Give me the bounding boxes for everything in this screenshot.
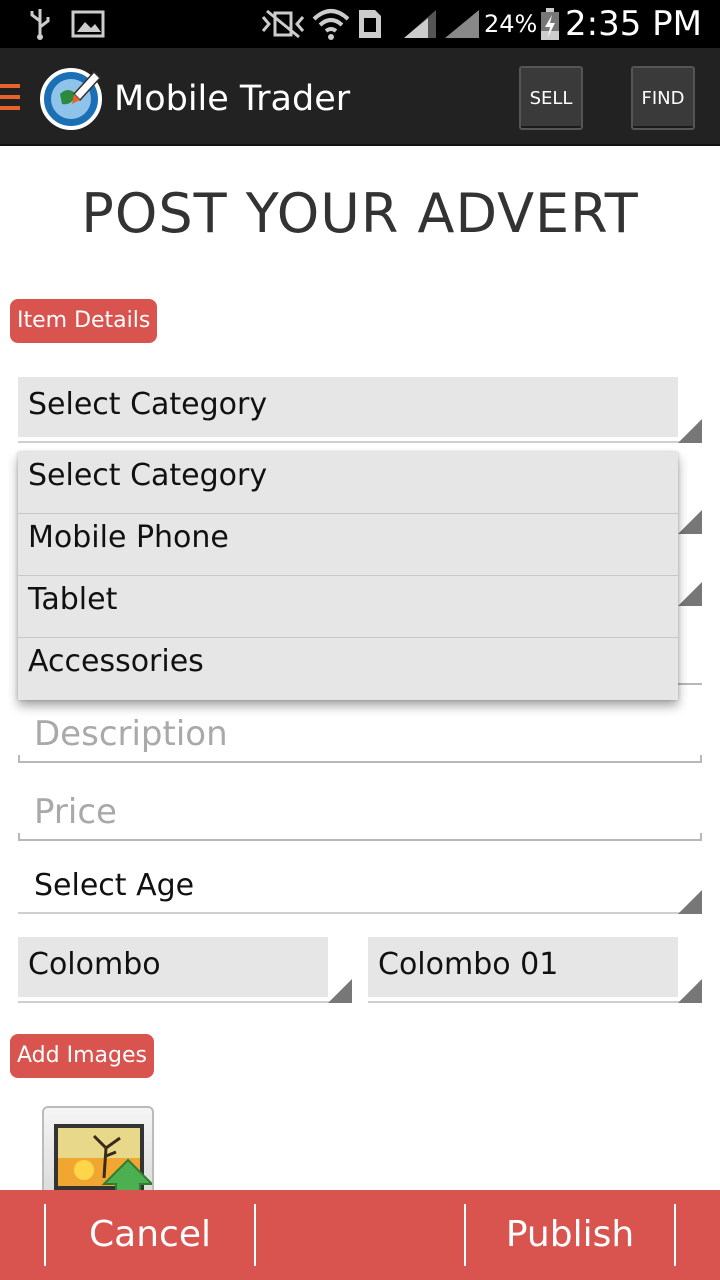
signal-strength-secondary-icon [442,6,482,42]
city-spinner-arrow-icon [678,979,702,1003]
find-button[interactable]: FIND [631,66,695,130]
description-placeholder: Description [34,714,228,754]
category-option[interactable]: Mobile Phone [18,514,678,576]
category-spinner-underline [18,441,702,443]
app-logo-icon [38,64,104,130]
city-spinner-value: Colombo 01 [378,947,559,982]
district-spinner[interactable]: Colombo [18,937,328,997]
usb-icon [24,6,56,42]
category-spinner[interactable]: Select Category [18,377,678,437]
cancel-button[interactable]: Cancel [44,1204,256,1266]
status-bar: 24% 2:35 PM [0,0,720,48]
wifi-icon [312,6,350,42]
age-spinner-underline [18,912,702,914]
price-placeholder: Price [34,792,117,832]
clock: 2:35 PM [565,4,702,44]
brand-spinner-arrow-icon [678,582,702,606]
gallery-notification-icon [70,6,106,42]
category-spinner-arrow-icon [678,419,702,443]
district-spinner-underline [18,1001,352,1003]
action-bar [0,48,720,146]
sell-button[interactable]: SELL [519,66,583,130]
battery-percent: 24% [484,10,538,38]
app-title: Mobile Trader [114,79,351,119]
page-title: POST YOUR ADVERT [81,182,639,245]
add-images-badge: Add Images [10,1034,154,1078]
age-spinner-value: Select Age [34,868,195,903]
category-dropdown: Select Category Mobile Phone Tablet Acce… [18,452,678,700]
city-spinner-underline [368,1001,702,1003]
menu-icon[interactable] [0,84,22,114]
subcategory-spinner-arrow-icon [678,510,702,534]
category-option[interactable]: Select Category [18,452,678,514]
category-option[interactable]: Tablet [18,576,678,638]
district-spinner-arrow-icon [328,979,352,1003]
signal-strength-icon [402,6,438,42]
sim-card-icon [356,6,384,42]
category-spinner-value: Select Category [28,387,268,422]
age-spinner[interactable]: Select Age [18,864,702,916]
battery-charging-icon [538,6,562,42]
category-option[interactable]: Accessories [18,638,678,700]
vibrate-mute-icon [258,6,308,42]
price-field[interactable]: Price [18,790,702,844]
publish-button[interactable]: Publish [464,1204,676,1266]
item-details-badge: Item Details [10,299,158,343]
description-field[interactable]: Description [18,712,702,766]
bottom-action-bar: Cancel Publish [0,1190,720,1280]
district-spinner-value: Colombo [28,947,161,982]
city-spinner[interactable]: Colombo 01 [368,937,678,997]
age-spinner-arrow-icon [678,890,702,914]
